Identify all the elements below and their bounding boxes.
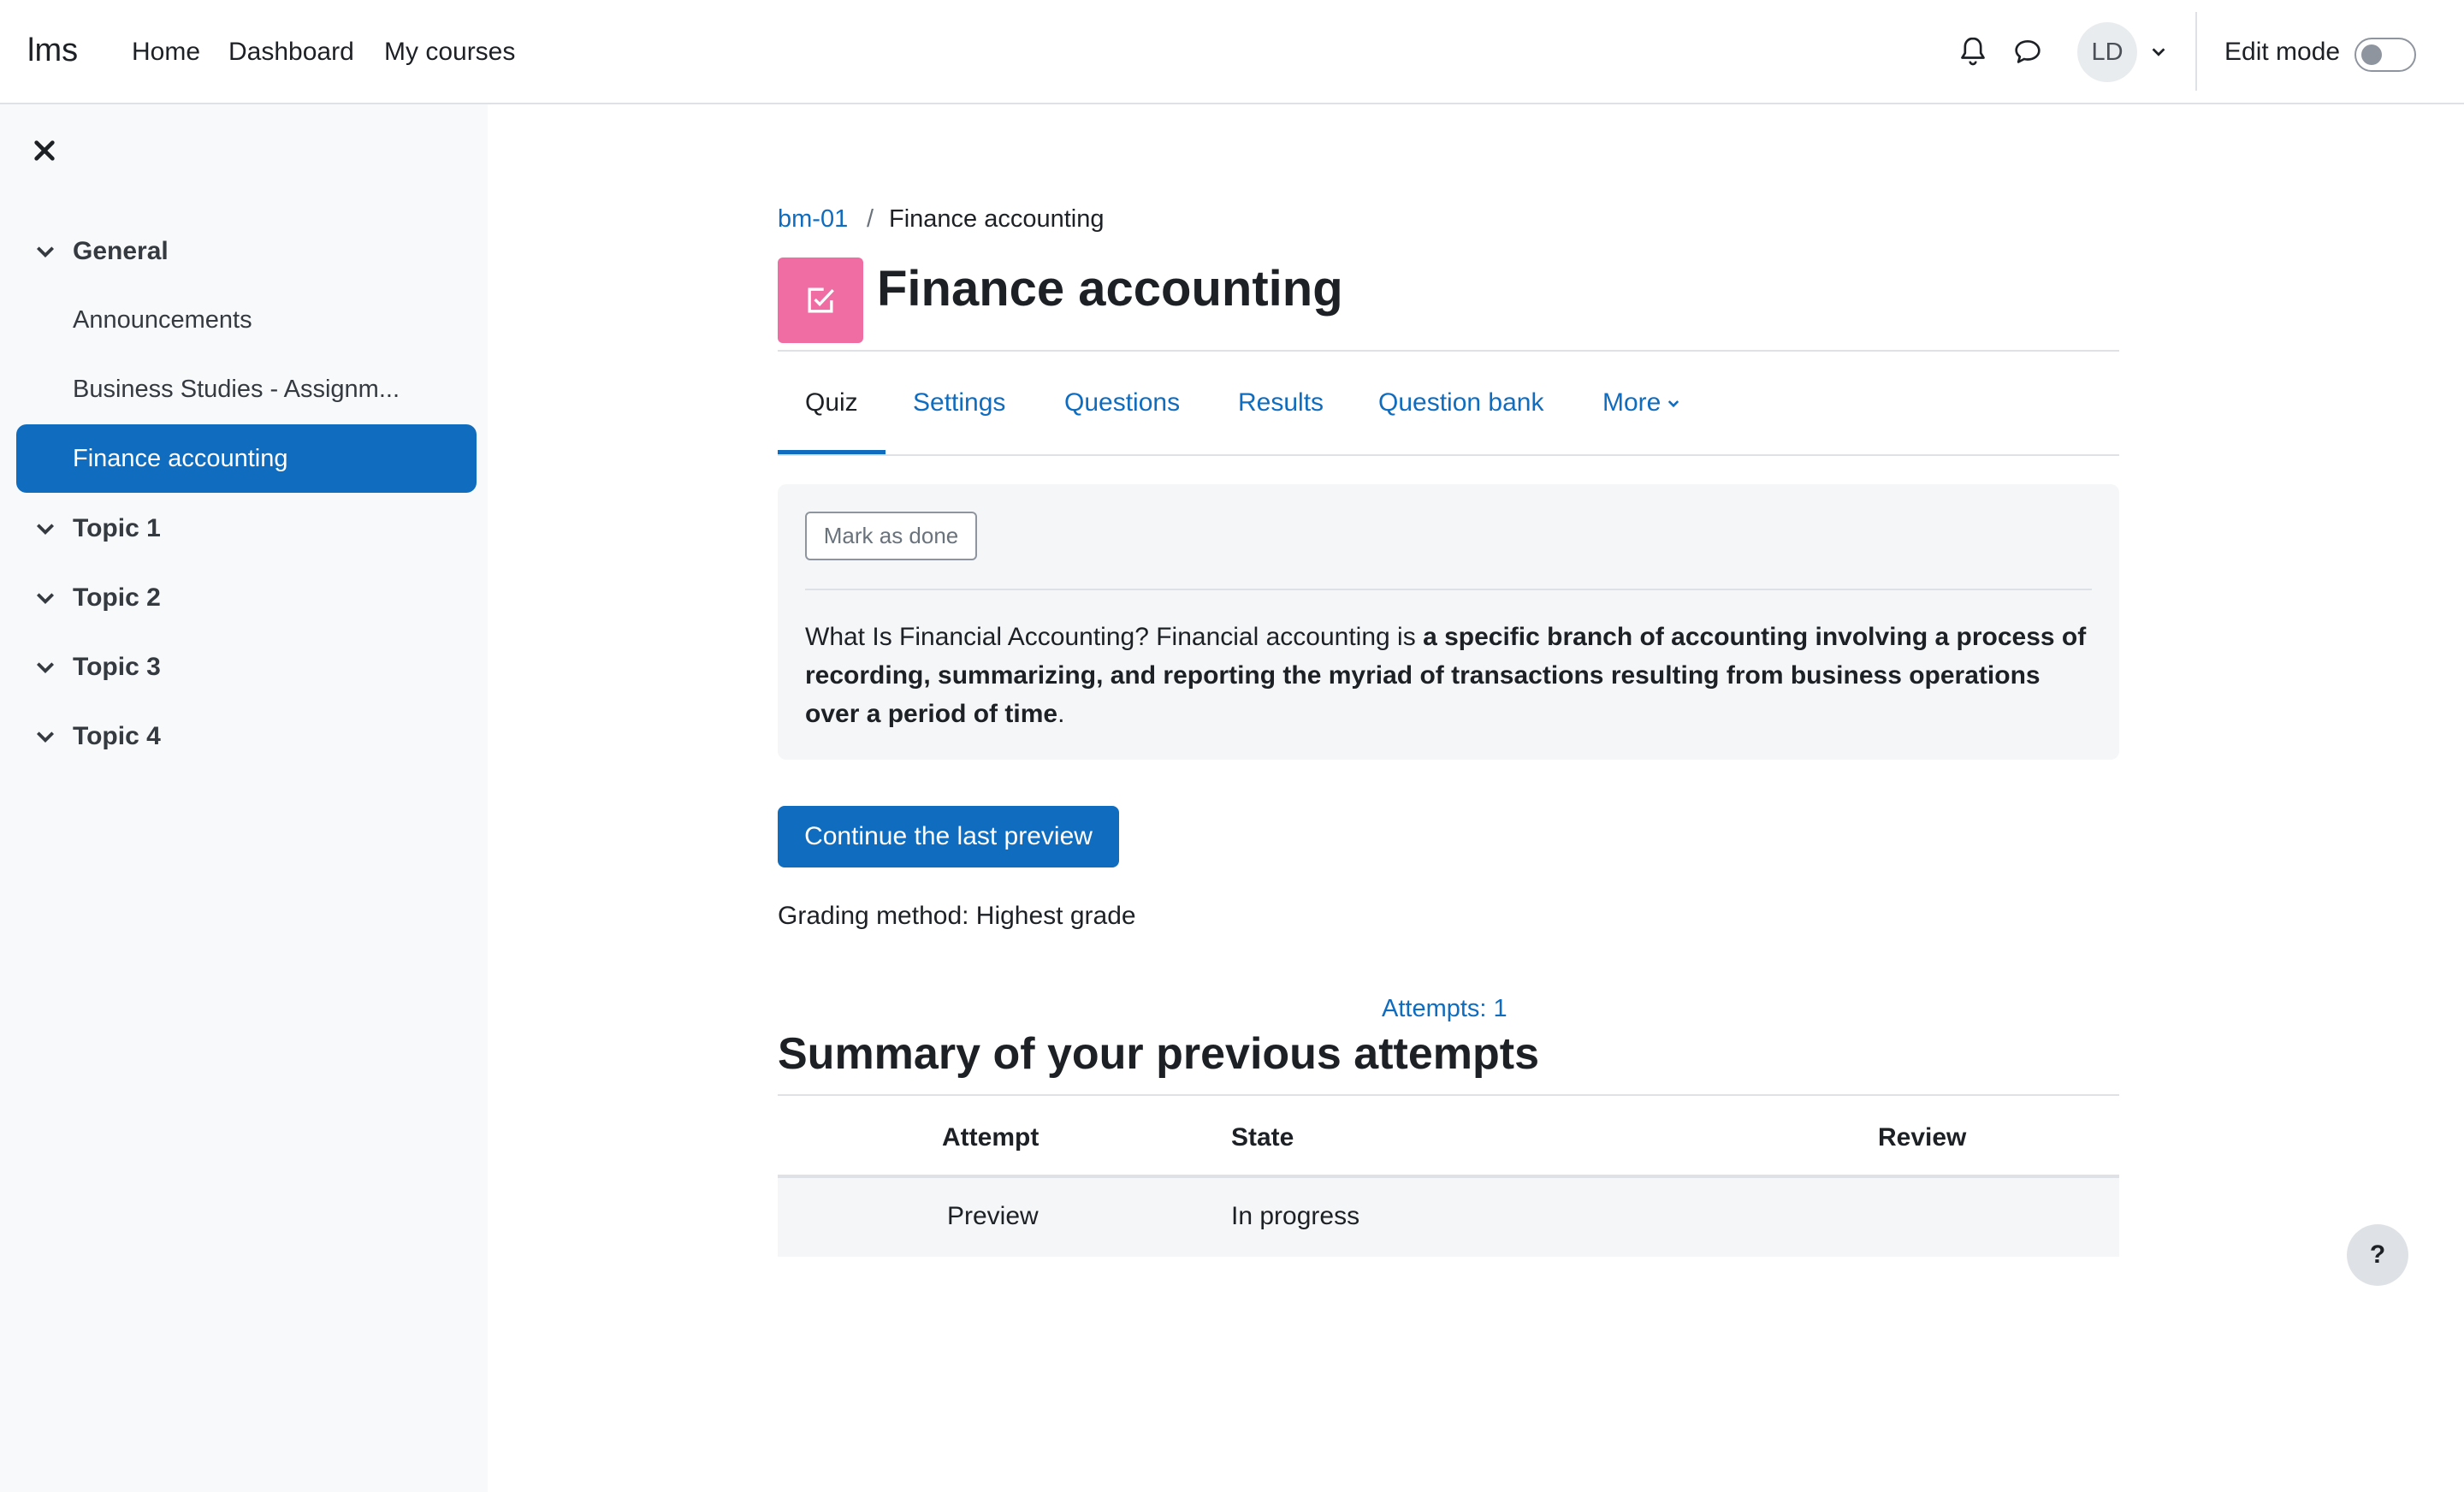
toggle-knob	[2361, 44, 2382, 65]
column-header-attempt: Attempt	[942, 1123, 1040, 1152]
section-topic-4[interactable]: Topic 4	[0, 715, 488, 758]
chevron-down-icon[interactable]	[2149, 43, 2168, 62]
table-header: Attempt State Review	[778, 1096, 2119, 1178]
tab-quiz[interactable]: Quiz	[805, 388, 858, 417]
checkbox-icon	[808, 287, 834, 313]
title-divider	[778, 350, 2119, 352]
chevron-down-icon	[1668, 400, 1679, 408]
tabs-divider	[778, 454, 2119, 456]
description-end: .	[1057, 700, 1065, 728]
chevron-down-icon[interactable]	[34, 656, 56, 678]
attempts-link[interactable]: Attempts: 1	[1382, 995, 1507, 1023]
tab-question-bank[interactable]: Question bank	[1378, 388, 1543, 417]
page-title: Finance accounting	[877, 261, 1343, 317]
activity-finance-accounting[interactable]: Finance accounting	[16, 424, 477, 493]
site-brand[interactable]: lms	[27, 33, 78, 69]
continue-preview-button[interactable]: Continue the last preview	[778, 806, 1119, 867]
chevron-down-icon[interactable]	[34, 240, 56, 263]
table-row: Preview In progress	[778, 1178, 2119, 1257]
column-header-review: Review	[1878, 1123, 1967, 1152]
section-title: Topic 2	[73, 583, 161, 612]
quiz-description: What Is Financial Accounting? Financial …	[805, 618, 2092, 733]
navbar-divider	[2195, 12, 2197, 91]
breadcrumb-current: Finance accounting	[889, 205, 1105, 233]
description-text: What Is Financial Accounting? Financial …	[805, 623, 1424, 651]
chevron-down-icon[interactable]	[34, 518, 56, 540]
tab-more-label: More	[1602, 388, 1661, 417]
section-title: Topic 4	[73, 722, 161, 750]
tab-results[interactable]: Results	[1238, 388, 1324, 417]
section-title: Topic 3	[73, 653, 161, 681]
help-button[interactable]: ?	[2347, 1224, 2408, 1286]
edit-mode-toggle[interactable]	[2354, 38, 2416, 72]
attempts-table: Attempt State Review Preview In progress	[778, 1096, 2119, 1257]
tab-settings[interactable]: Settings	[913, 388, 1005, 417]
nav-my-courses-link[interactable]: My courses	[384, 38, 515, 67]
summary-heading: Summary of your previous attempts	[778, 1029, 1539, 1079]
breadcrumb-course-link[interactable]: bm-01	[778, 205, 848, 234]
activity-announcements[interactable]: Announcements	[73, 306, 252, 335]
intro-divider	[805, 589, 2092, 590]
cell-attempt: Preview	[947, 1202, 1039, 1230]
chevron-down-icon[interactable]	[34, 725, 56, 748]
course-index-drawer: General Announcements Business Studies -…	[0, 104, 488, 1492]
cell-state: In progress	[1231, 1202, 1360, 1230]
section-general[interactable]: General	[0, 230, 488, 273]
chevron-down-icon[interactable]	[34, 587, 56, 609]
nav-dashboard-link[interactable]: Dashboard	[228, 38, 354, 67]
column-header-state: State	[1231, 1123, 1294, 1152]
nav-home-link[interactable]: Home	[132, 38, 200, 67]
user-avatar[interactable]: LD	[2077, 22, 2137, 82]
bell-icon[interactable]	[1956, 34, 1990, 68]
mark-as-done-button[interactable]: Mark as done	[805, 512, 977, 560]
tab-more[interactable]: More	[1602, 388, 1681, 417]
close-icon[interactable]	[33, 139, 56, 163]
edit-mode-label: Edit mode	[2224, 38, 2341, 66]
activity-business-studies[interactable]: Business Studies - Assignm...	[73, 376, 400, 404]
section-title: Topic 1	[73, 514, 161, 542]
section-topic-3[interactable]: Topic 3	[0, 646, 488, 689]
quiz-icon	[778, 258, 863, 343]
breadcrumb-separator: /	[867, 205, 874, 233]
chat-bubble-icon[interactable]	[2011, 34, 2045, 68]
activity-label: Finance accounting	[73, 445, 288, 472]
grading-method: Grading method: Highest grade	[778, 902, 1136, 930]
section-topic-2[interactable]: Topic 2	[0, 577, 488, 619]
activity-header-box: Mark as done What Is Financial Accountin…	[778, 484, 2119, 760]
section-topic-1[interactable]: Topic 1	[0, 507, 488, 550]
section-title: General	[73, 237, 169, 265]
top-navbar: lms Home Dashboard My courses LD Edit mo…	[0, 0, 2464, 104]
tab-questions[interactable]: Questions	[1064, 388, 1180, 417]
